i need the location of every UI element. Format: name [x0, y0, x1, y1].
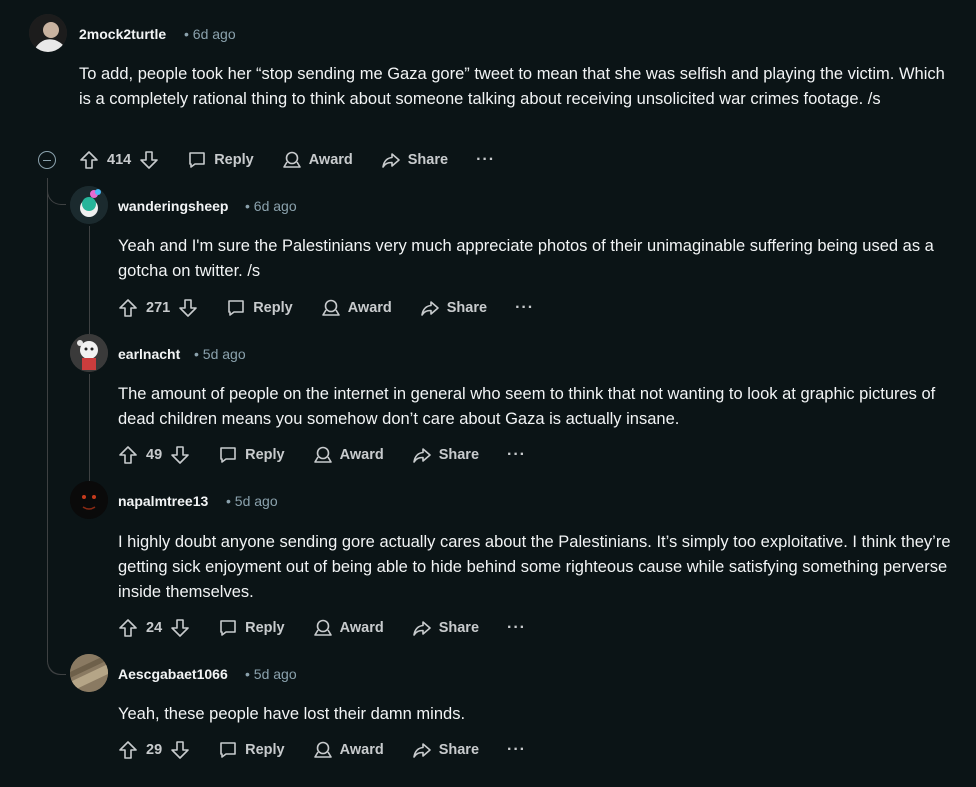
award-icon	[321, 299, 340, 316]
reply-button[interactable]: Reply	[218, 618, 285, 638]
upvote-icon[interactable]	[118, 740, 138, 760]
username[interactable]: napalmtree13	[118, 493, 208, 509]
timestamp[interactable]: • 5d ago	[245, 666, 297, 682]
share-icon	[412, 743, 431, 758]
award-button[interactable]: Award	[321, 298, 392, 318]
vote-count: 24	[146, 620, 163, 636]
reply-button[interactable]: Reply	[226, 298, 293, 318]
award-button[interactable]: Award	[313, 445, 384, 465]
comment-body: Yeah, these people have lost their damn …	[118, 705, 466, 723]
award-icon	[282, 151, 301, 168]
comment-body: The amount of people on the internet in …	[118, 385, 936, 428]
thread-curve	[47, 640, 66, 675]
comment-actions: 271 Reply Award Share ···	[118, 291, 562, 325]
timestamp[interactable]: • 5d ago	[194, 346, 246, 362]
avatar[interactable]	[70, 481, 108, 519]
collapse-icon[interactable]	[38, 151, 56, 169]
username[interactable]: wanderingsheep	[118, 198, 228, 214]
award-icon	[313, 446, 332, 463]
comment-icon	[220, 447, 236, 463]
more-options-button[interactable]: ···	[515, 299, 534, 317]
award-button[interactable]: Award	[313, 618, 384, 638]
avatar[interactable]	[70, 186, 108, 224]
more-options-button[interactable]: ···	[507, 741, 526, 759]
avatar[interactable]	[29, 14, 67, 52]
timestamp[interactable]: • 6d ago	[245, 198, 297, 214]
downvote-icon[interactable]	[139, 150, 159, 170]
thread-line-root[interactable]	[47, 178, 48, 662]
upvote-icon[interactable]	[118, 618, 138, 638]
award-button[interactable]: Award	[282, 150, 353, 170]
username[interactable]: 2mock2turtle	[79, 26, 166, 42]
award-icon	[313, 741, 332, 758]
username[interactable]: Aescgabaet1066	[118, 666, 228, 682]
share-button[interactable]: Share	[412, 740, 479, 760]
share-icon	[420, 301, 439, 316]
upvote-icon[interactable]	[118, 298, 138, 318]
thread-line-sub	[89, 374, 90, 470]
comment-body: To add, people took her “stop sending me…	[79, 65, 945, 108]
comment-actions: 24 Reply Award Share ···	[118, 611, 554, 645]
thread-curve	[47, 178, 66, 205]
more-options-button[interactable]: ···	[476, 151, 495, 169]
downvote-icon[interactable]	[170, 445, 190, 465]
comment-icon	[228, 300, 245, 316]
award-icon	[313, 619, 332, 636]
downvote-icon[interactable]	[170, 618, 190, 638]
avatar-image	[70, 654, 108, 692]
more-options-button[interactable]: ···	[507, 619, 526, 637]
share-icon	[412, 621, 431, 636]
avatar-image	[29, 14, 67, 52]
username[interactable]: earlnacht	[118, 346, 180, 362]
timestamp[interactable]: • 6d ago	[184, 26, 236, 42]
comment-body: I highly doubt anyone sending gore actua…	[118, 533, 951, 601]
timestamp[interactable]: • 5d ago	[226, 493, 278, 509]
comment-icon	[189, 152, 206, 168]
reply-button[interactable]: Reply	[218, 740, 285, 760]
vote-count: 49	[146, 447, 163, 463]
avatar[interactable]	[70, 334, 108, 372]
comment-actions: 49 Reply Award Share ···	[118, 438, 554, 472]
comment-icon	[220, 620, 236, 636]
share-button[interactable]: Share	[381, 150, 448, 170]
more-options-button[interactable]: ···	[507, 446, 526, 464]
share-icon	[381, 153, 400, 168]
share-icon	[412, 448, 431, 463]
share-button[interactable]: Share	[412, 618, 479, 638]
vote-count: 29	[146, 742, 163, 758]
vote-count: 271	[146, 300, 171, 316]
avatar-image	[70, 334, 108, 372]
downvote-icon[interactable]	[170, 740, 190, 760]
upvote-icon[interactable]	[118, 445, 138, 465]
comment-icon	[220, 742, 236, 758]
comment-body: Yeah and I'm sure the Palestinians very …	[118, 237, 934, 280]
avatar-image	[70, 481, 108, 519]
share-button[interactable]: Share	[412, 445, 479, 465]
comment-actions: 29 Reply Award Share ···	[118, 733, 554, 767]
avatar-image	[70, 186, 108, 224]
avatar[interactable]	[70, 654, 108, 692]
award-button[interactable]: Award	[313, 740, 384, 760]
vote-count: 414	[107, 152, 132, 168]
comment-actions: 414 Reply Award Share ···	[79, 143, 523, 177]
downvote-icon[interactable]	[178, 298, 198, 318]
share-button[interactable]: Share	[420, 298, 487, 318]
reply-button[interactable]: Reply	[187, 150, 254, 170]
upvote-icon[interactable]	[79, 150, 99, 170]
reply-button[interactable]: Reply	[218, 445, 285, 465]
